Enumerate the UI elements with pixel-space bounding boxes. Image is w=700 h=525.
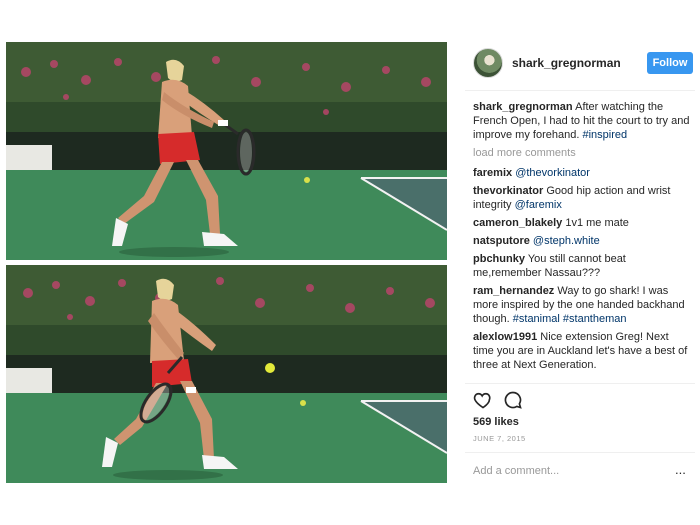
comment-text: 1v1 me mate [565, 217, 629, 229]
comment-item: pbchunky You still cannot beat me,rememb… [473, 252, 691, 280]
caption: shark_gregnorman After watching the Fren… [473, 100, 691, 142]
comment-mention[interactable]: @thevorkinator [515, 167, 590, 179]
more-options-icon[interactable]: ... [675, 462, 686, 477]
post-date: JUNE 7, 2015 [473, 434, 526, 443]
photo-frame-bottom [6, 265, 447, 483]
comment-mention[interactable]: @faremix [515, 199, 562, 211]
add-comment-divider [465, 452, 695, 453]
avatar[interactable] [473, 48, 503, 78]
caption-hashtag[interactable]: #inspired [582, 129, 627, 141]
post-header: shark_gregnorman Follow [465, 42, 695, 84]
actions-divider [465, 383, 695, 384]
comment-username[interactable]: thevorkinator [473, 185, 543, 197]
comments-list[interactable]: shark_gregnorman After watching the Fren… [473, 100, 691, 379]
comment-item: natsputore @steph.white [473, 234, 691, 248]
post-side-panel: shark_gregnorman Follow shark_gregnorman… [465, 42, 695, 483]
heart-icon[interactable] [473, 390, 493, 410]
likes-count[interactable]: 569 likes [473, 416, 519, 428]
comment-hashtags[interactable]: #stanimal #stantheman [513, 313, 627, 325]
comment-item: alexlow1991 Nice extension Greg! Next ti… [473, 330, 691, 372]
post-photo[interactable] [6, 42, 447, 483]
photo-frame-top [6, 42, 447, 260]
comment-username[interactable]: faremix [473, 167, 512, 179]
comment-item: thevorkinator Good hip action and wrist … [473, 184, 691, 212]
comment-item: faremix @thevorkinator [473, 166, 691, 180]
comment-username[interactable]: alexlow1991 [473, 331, 537, 343]
header-divider [465, 90, 695, 91]
comment-username[interactable]: pbchunky [473, 253, 525, 265]
comment-username[interactable]: cameron_blakely [473, 217, 562, 229]
comment-item: cameron_blakely 1v1 me mate [473, 216, 691, 230]
header-username[interactable]: shark_gregnorman [512, 56, 621, 70]
comment-mention[interactable]: @steph.white [533, 235, 600, 247]
comment-icon[interactable] [503, 390, 523, 410]
add-comment-input[interactable]: Add a comment... [473, 465, 559, 477]
follow-button[interactable]: Follow [647, 52, 693, 74]
tennis-scene-bottom [6, 265, 447, 483]
comment-username[interactable]: natsputore [473, 235, 530, 247]
comment-username[interactable]: ram_hernandez [473, 285, 554, 297]
load-more-comments[interactable]: load more comments [473, 146, 691, 160]
comment-item: ram_hernandez Way to go shark! I was mor… [473, 284, 691, 326]
tennis-scene-top [6, 42, 447, 260]
caption-username[interactable]: shark_gregnorman [473, 101, 573, 113]
